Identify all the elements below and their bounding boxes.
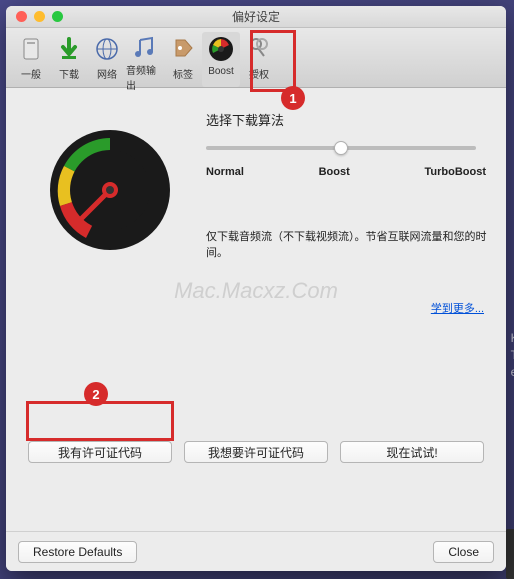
titlebar: 偏好设定 (6, 6, 506, 28)
slider-label-boost: Boost (319, 166, 350, 178)
tab-tags[interactable]: 标签 (164, 32, 202, 87)
window-controls (6, 11, 63, 22)
algorithm-slider[interactable] (206, 146, 476, 150)
have-license-button[interactable]: 我有许可证代码 (28, 441, 172, 463)
tab-license[interactable]: 授权 (240, 32, 278, 87)
tab-audio[interactable]: 音频输出 (126, 32, 164, 87)
slider-label-normal: Normal (206, 166, 244, 178)
boost-gauge-icon (206, 34, 236, 64)
slider-labels: Normal Boost TurboBoost (206, 166, 486, 178)
restore-defaults-button[interactable]: Restore Defaults (18, 541, 137, 563)
background-text: K.c Tik ew (511, 330, 514, 380)
preferences-window: 偏好设定 一般 下载 网络 音频输出 (6, 6, 506, 571)
annotation-badge-1: 1 (281, 86, 305, 110)
download-icon (54, 34, 84, 64)
tab-network[interactable]: 网络 (88, 32, 126, 87)
annotation-badge-2: 2 (84, 382, 108, 406)
footer: Restore Defaults Close (6, 531, 506, 571)
keys-icon (244, 34, 274, 64)
general-icon (16, 34, 46, 64)
learn-more-link[interactable]: 学到更多... (431, 300, 484, 316)
tab-boost[interactable]: Boost (202, 32, 240, 87)
close-window-icon[interactable] (16, 11, 27, 22)
window-title: 偏好设定 (6, 8, 506, 25)
close-button[interactable]: Close (433, 541, 494, 563)
gauge-image (46, 126, 174, 257)
slider-label-turbo: TurboBoost (424, 166, 486, 178)
tag-icon (168, 34, 198, 64)
tab-general[interactable]: 一般 (12, 32, 50, 87)
music-icon (130, 34, 160, 60)
license-button-row: 我有许可证代码 我想要许可证代码 现在试试! (28, 441, 484, 463)
description-text: 仅下载音频流（不下载视频流）。节省互联网流量和您的时间。 (206, 228, 506, 260)
zoom-window-icon[interactable] (52, 11, 63, 22)
minimize-window-icon[interactable] (34, 11, 45, 22)
background-bar (506, 529, 514, 579)
network-icon (92, 34, 122, 64)
want-license-button[interactable]: 我想要许可证代码 (184, 441, 328, 463)
section-title: 选择下载算法 (206, 110, 284, 129)
content-area: 选择下载算法 Normal Boost TurboBoost 仅下载音频流（不下… (6, 88, 506, 531)
slider-thumb[interactable] (334, 141, 348, 155)
toolbar: 一般 下载 网络 音频输出 标签 (6, 28, 506, 88)
try-now-button[interactable]: 现在试试! (340, 441, 484, 463)
tab-download[interactable]: 下载 (50, 32, 88, 87)
